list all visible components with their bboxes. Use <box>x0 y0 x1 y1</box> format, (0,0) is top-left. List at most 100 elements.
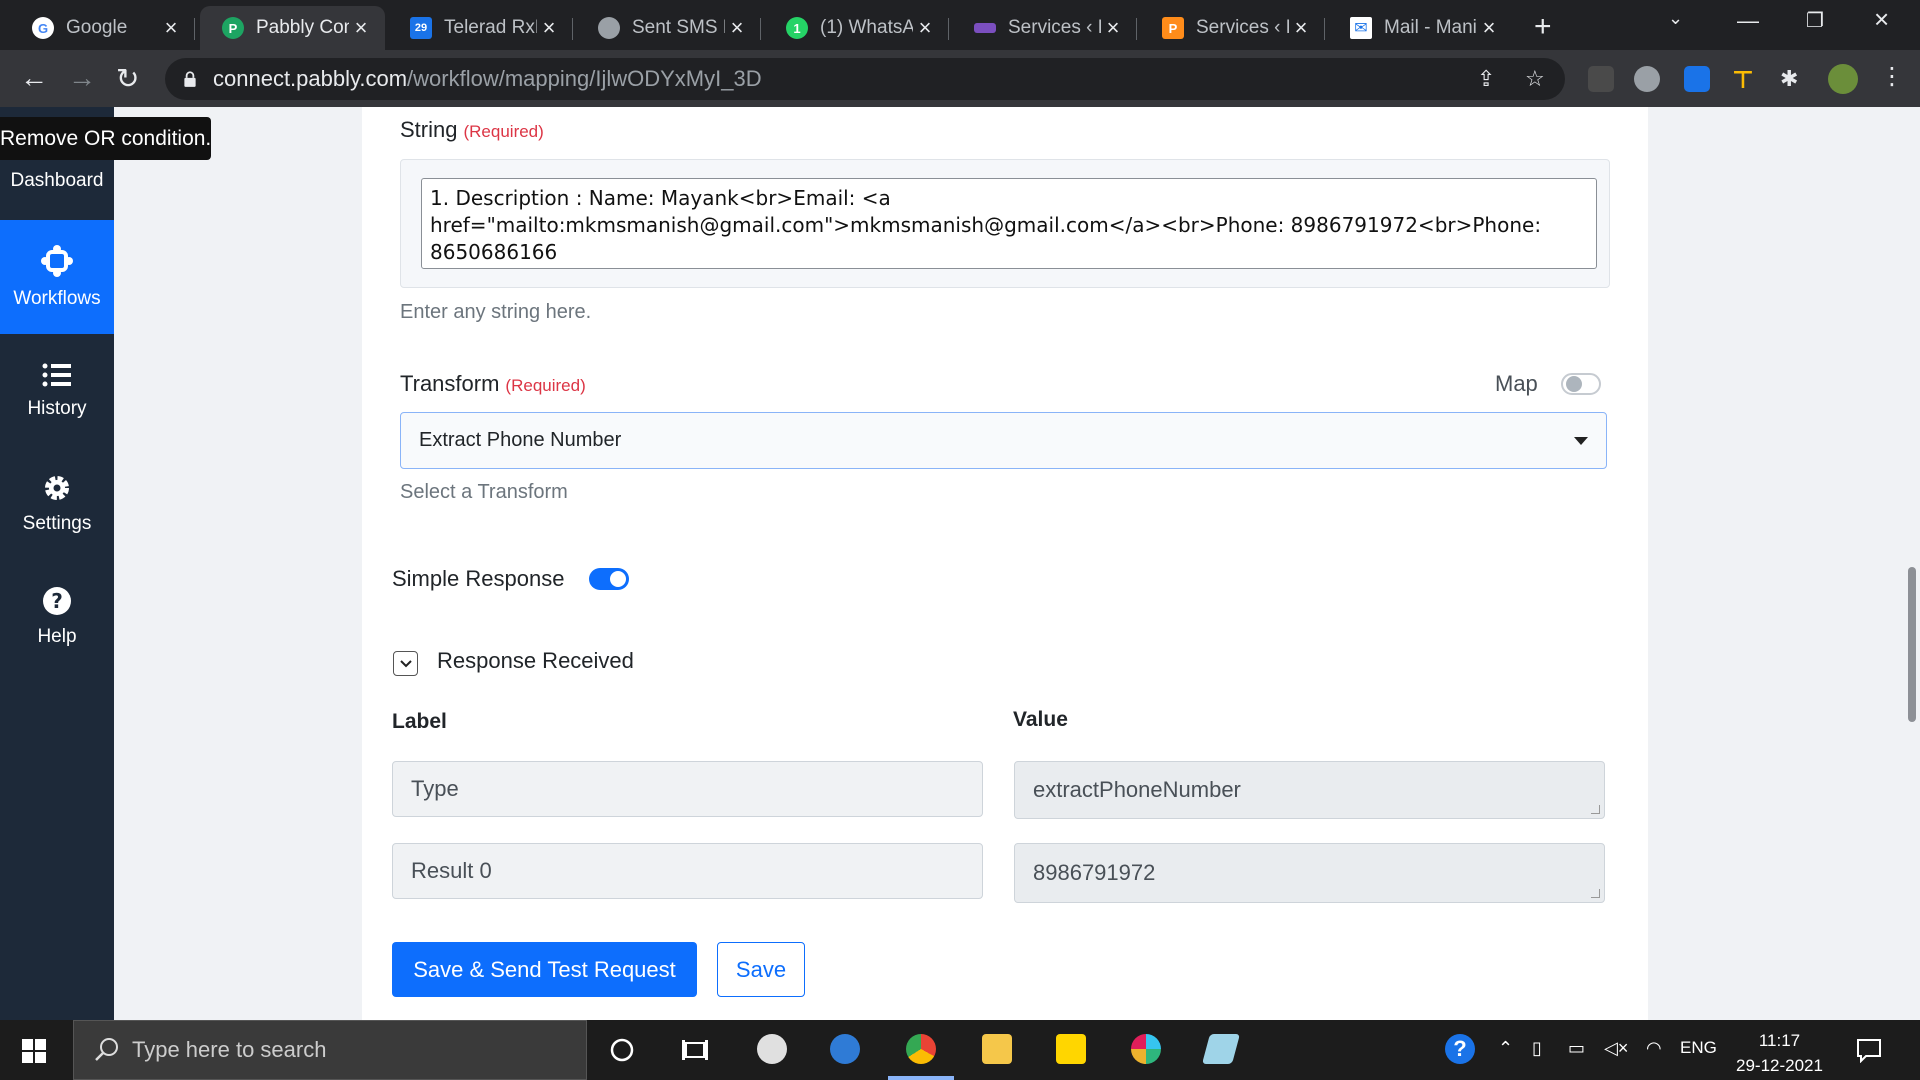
resize-grip-icon[interactable] <box>1591 889 1600 898</box>
required-badge: (Required) <box>463 122 544 141</box>
tab-whatsapp[interactable]: 1 (1) WhatsApp × <box>764 6 949 50</box>
browser-tab-bar: G Google × P Pabbly Conne × 29 Telerad R… <box>0 0 1920 50</box>
response-label-field[interactable]: Result 0 <box>392 843 983 899</box>
url-field[interactable]: connect.pabbly.com/workflow/mapping/Ijlw… <box>165 58 1565 100</box>
sidebar-item-label: Settings <box>22 513 92 534</box>
windows-taskbar: Type here to search ? ⌃ ▯ ▭ ◁× ◠ ENG 11:… <box>0 1020 1920 1080</box>
tab-title: Sent SMS Re <box>632 17 725 38</box>
simple-response-toggle[interactable] <box>589 568 629 590</box>
back-arrow-icon[interactable]: ← <box>20 62 48 94</box>
share-icon[interactable]: ⇪ <box>1477 66 1495 92</box>
close-icon[interactable]: × <box>1101 15 1125 41</box>
taskbar-search-input[interactable]: Type here to search <box>73 1020 587 1080</box>
tool-extension-icon[interactable]: ⊤ <box>1732 66 1758 94</box>
transform-hint: Select a Transform <box>400 481 568 503</box>
tab-title: Services ‹ R <box>1196 17 1289 38</box>
search-placeholder: Type here to search <box>132 1037 327 1062</box>
close-icon[interactable]: × <box>159 15 183 41</box>
paint-app-icon[interactable] <box>757 1034 787 1064</box>
windows-start-icon[interactable] <box>22 1039 46 1063</box>
tab-telerad[interactable]: 29 Telerad RxD × <box>388 6 573 50</box>
tab-services-1[interactable]: Services ‹ R × <box>952 6 1137 50</box>
sidebar-item-help[interactable]: ? Help <box>0 560 114 674</box>
label-column-header: Label <box>392 710 447 733</box>
close-icon[interactable]: × <box>913 15 937 41</box>
minimize-icon[interactable]: — <box>1737 8 1759 34</box>
notepad-app-icon[interactable] <box>1201 1034 1241 1064</box>
new-tab-plus-icon[interactable]: + <box>1534 10 1552 44</box>
sidebar-item-workflows[interactable]: Workflows <box>0 220 114 334</box>
history-icon <box>42 363 71 387</box>
pabbly-p-icon: P <box>1162 17 1184 39</box>
language-indicator[interactable]: ENG <box>1680 1038 1717 1058</box>
avatar[interactable] <box>1828 64 1858 94</box>
tab-services-2[interactable]: P Services ‹ R × <box>1140 6 1325 50</box>
chevron-up-icon[interactable]: ⌃ <box>1498 1038 1513 1059</box>
file-explorer-icon[interactable] <box>982 1034 1012 1064</box>
tab-title: Services ‹ R <box>1008 17 1101 38</box>
response-value-field[interactable]: extractPhoneNumber <box>1014 761 1605 819</box>
string-input[interactable]: 1. Description : Name: Mayank<br>Email: … <box>421 178 1597 269</box>
gear-icon <box>45 476 69 500</box>
map-toggle[interactable] <box>1561 373 1601 395</box>
save-button[interactable]: Save <box>717 942 805 997</box>
tooltip: Remove OR condition. <box>0 117 211 160</box>
tab-mail[interactable]: ✉ Mail - Manis × <box>1328 6 1513 50</box>
workflows-icon <box>41 245 73 277</box>
sidebar-item-label: Help <box>37 626 77 647</box>
translate-extension-icon[interactable] <box>1684 66 1710 92</box>
battery-icon[interactable]: ▭ <box>1568 1038 1585 1059</box>
sidebar-item-history[interactable]: History <box>0 334 114 448</box>
save-and-send-test-button[interactable]: Save & Send Test Request <box>392 942 697 997</box>
sticky-notes-icon[interactable] <box>1056 1034 1086 1064</box>
transform-select[interactable]: Extract Phone Number <box>400 412 1607 469</box>
pen-extension-icon[interactable] <box>1588 66 1614 92</box>
toggle-knob <box>610 571 626 587</box>
volume-muted-icon[interactable]: ◁× <box>1604 1038 1628 1059</box>
wifi-icon[interactable]: ◠ <box>1646 1038 1662 1059</box>
collapse-toggle-button[interactable] <box>393 651 418 676</box>
string-field-container: 1. Description : Name: Mayank<br>Email: … <box>400 159 1610 288</box>
puzzle-extensions-icon[interactable]: ✱ <box>1780 66 1806 92</box>
response-value-field[interactable]: 8986791972 <box>1014 843 1605 903</box>
close-icon[interactable]: × <box>537 15 561 41</box>
slack-icon[interactable] <box>1131 1034 1161 1064</box>
response-label-field[interactable]: Type <box>392 761 983 817</box>
help-tray-icon[interactable]: ? <box>1445 1034 1475 1064</box>
services-icon <box>974 23 996 33</box>
task-view-icon[interactable] <box>682 1038 708 1062</box>
kebab-menu-icon[interactable]: ⋮ <box>1880 62 1904 91</box>
sidebar-item-dashboard[interactable]: Dashboard <box>0 170 114 192</box>
sidebar-item-settings[interactable]: Settings <box>0 447 114 561</box>
transform-label: Transform (Required) <box>400 371 586 396</box>
notification-icon[interactable] <box>1856 1037 1882 1063</box>
camera-extension-icon[interactable] <box>1634 66 1660 92</box>
close-icon[interactable]: × <box>1289 15 1313 41</box>
forward-arrow-icon[interactable]: → <box>68 62 96 94</box>
cortana-icon[interactable] <box>610 1038 634 1062</box>
clock[interactable]: 11:17 29-12-2021 <box>1736 1028 1823 1078</box>
media-player-icon[interactable] <box>830 1034 860 1064</box>
resize-grip-icon[interactable] <box>1591 805 1600 814</box>
scrollbar[interactable] <box>1905 107 1920 1020</box>
star-icon[interactable]: ☆ <box>1525 66 1545 92</box>
close-icon[interactable]: × <box>1477 15 1501 41</box>
device-tray-icon[interactable]: ▯ <box>1532 1038 1542 1059</box>
pabbly-icon: P <box>222 17 244 39</box>
chrome-icon[interactable] <box>906 1034 936 1064</box>
tab-sent-sms[interactable]: Sent SMS Re × <box>576 6 761 50</box>
address-bar: ← → ↻ connect.pabbly.com/workflow/mappin… <box>0 50 1920 107</box>
tab-pabbly[interactable]: P Pabbly Conne × <box>200 6 385 50</box>
window-close-icon[interactable]: × <box>1874 4 1889 35</box>
close-icon[interactable]: × <box>349 15 373 41</box>
tab-title: Mail - Manis <box>1384 17 1477 38</box>
tab-google[interactable]: G Google × <box>10 6 195 50</box>
restore-icon[interactable]: ❐ <box>1806 8 1824 33</box>
tab-search-chevron-icon[interactable]: ⌄ <box>1668 8 1683 29</box>
close-icon[interactable]: × <box>725 15 749 41</box>
reload-icon[interactable]: ↻ <box>116 62 139 95</box>
mail-icon: ✉ <box>1350 17 1372 39</box>
clock-date: 29-12-2021 <box>1736 1056 1823 1075</box>
string-hint: Enter any string here. <box>400 301 592 323</box>
scrollbar-thumb[interactable] <box>1908 567 1916 722</box>
